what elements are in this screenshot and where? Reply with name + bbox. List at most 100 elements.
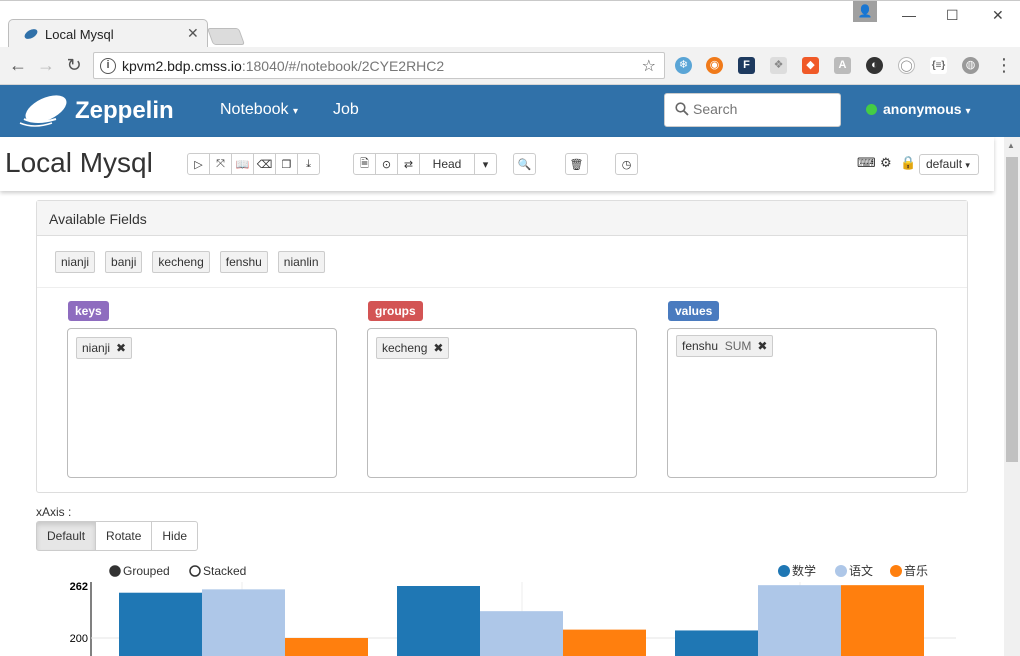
xaxis-hide-button[interactable]: Hide (151, 521, 199, 551)
version-control-group: 🗎 ⊙ ⇄ Head ▾ (353, 153, 497, 175)
compare-button[interactable]: ⇄ (397, 153, 420, 175)
notebook-title[interactable]: Local Mysql (5, 147, 153, 179)
scroll-up-icon[interactable]: ▲ (1007, 141, 1015, 150)
mode-label[interactable]: Stacked (203, 564, 246, 578)
browser-tab[interactable]: Local Mysql ✕ (8, 19, 208, 48)
mode-label[interactable]: Grouped (123, 564, 170, 578)
groups-chip[interactable]: kecheng ✖ (376, 337, 450, 359)
remove-icon[interactable]: ✖ (433, 341, 443, 355)
field-chip[interactable]: nianji (55, 251, 96, 273)
keys-dropzone[interactable]: nianji ✖ (67, 328, 337, 478)
extension-globe-icon[interactable]: ◍ (962, 57, 979, 74)
caret-down-icon: ▾ (965, 160, 970, 170)
file-icon: 🗎 (360, 157, 369, 170)
zeppelin-tab-icon (24, 29, 38, 39)
forward-icon[interactable]: → (36, 55, 56, 76)
values-chip[interactable]: fenshu SUM ✖ (676, 335, 774, 357)
keys-column: keys nianji ✖ (67, 301, 338, 478)
legend-label[interactable]: 语文 (849, 563, 873, 578)
address-bar[interactable]: i kpvm2.bdp.cmss.io:18040/#/notebook/2CY… (93, 52, 665, 79)
legend-label[interactable]: 数学 (792, 563, 816, 578)
extension-snowflake-icon[interactable]: ❄ (675, 57, 692, 74)
export-notebook-button[interactable]: ⤓ (297, 153, 320, 175)
info-icon[interactable]: i (100, 58, 116, 74)
toggle-output-button[interactable]: 📖 (231, 153, 254, 175)
search-box[interactable] (664, 93, 841, 127)
lock-icon[interactable]: 🔒 (900, 155, 916, 171)
keys-label: keys (68, 301, 109, 321)
extension-orange-icon[interactable]: ◉ (706, 57, 723, 74)
bar (119, 592, 202, 656)
legend-swatch[interactable] (890, 565, 902, 577)
mode-radio-grouped[interactable] (109, 565, 121, 577)
field-chip[interactable]: fenshu (219, 251, 268, 273)
tab-close-icon[interactable]: ✕ (187, 25, 199, 42)
close-window-icon[interactable]: ✕ (992, 7, 1004, 24)
commit-button[interactable]: 🗎 (353, 153, 376, 175)
browser-menu-icon[interactable]: ⋮ (994, 55, 1014, 76)
extension-json-icon[interactable]: {≡} (930, 57, 947, 74)
nav-notebook-menu[interactable]: Notebook ▾ (220, 101, 298, 119)
maximize-icon[interactable]: ☐ (946, 7, 959, 24)
expand-icon: ⤧ (216, 157, 225, 170)
remove-icon[interactable]: ✖ (757, 339, 767, 353)
bar (480, 611, 563, 656)
scheduler-button[interactable]: ◷ (615, 153, 638, 175)
mode-radio-stacked[interactable] (189, 565, 201, 577)
extension-circle-icon[interactable]: ◯ (898, 57, 915, 74)
brand-name[interactable]: Zeppelin (75, 97, 174, 125)
head-dropdown[interactable]: Head (419, 153, 475, 175)
caret-down-icon: ▾ (482, 158, 489, 171)
xaxis-rotate-button[interactable]: Rotate (95, 521, 153, 551)
clear-output-button[interactable]: ⌫ (253, 153, 276, 175)
search-icon (675, 102, 689, 116)
reload-icon[interactable]: ↻ (64, 55, 84, 76)
gear-icon[interactable]: ⚙ (880, 155, 892, 171)
keyboard-icon[interactable]: ⌨ (857, 155, 876, 171)
values-column: values fenshu SUM ✖ (667, 301, 938, 478)
extension-f-icon[interactable]: F (738, 57, 755, 74)
extension-git-icon[interactable]: ◆ (802, 57, 819, 74)
y-tick-label: 262 (70, 581, 88, 593)
clone-notebook-button[interactable]: ❐ (275, 153, 298, 175)
legend-swatch[interactable] (835, 565, 847, 577)
bookmark-star-icon[interactable]: ☆ (642, 56, 656, 76)
bar (675, 630, 758, 656)
values-label: values (668, 301, 720, 321)
zeppelin-header: Zeppelin Notebook ▾ Job anonymous ▾ (0, 85, 1020, 137)
field-chip[interactable]: nianlin (277, 251, 325, 273)
field-chip[interactable]: banji (105, 251, 143, 273)
xaxis-default-button[interactable]: Default (36, 521, 97, 551)
toggle-code-button[interactable]: ⤧ (209, 153, 232, 175)
field-chip[interactable]: kecheng (152, 251, 210, 273)
delete-notebook-button[interactable]: 🗑 (565, 153, 588, 175)
extension-angular-icon[interactable]: A (834, 57, 851, 74)
user-menu[interactable]: anonymous ▾ (866, 101, 971, 117)
new-tab-button[interactable] (206, 28, 246, 45)
legend-swatch[interactable] (778, 565, 790, 577)
search-code-button[interactable]: 🔍 (513, 153, 536, 175)
head-caret-button[interactable]: ▾ (474, 153, 497, 175)
groups-dropzone[interactable]: kecheng ✖ (367, 328, 637, 478)
run-all-button[interactable]: ▷ (187, 153, 210, 175)
clock-icon: ◷ (621, 158, 632, 171)
scrollbar-thumb[interactable] (1006, 157, 1018, 462)
interpreter-dropdown[interactable]: default ▾ (919, 154, 979, 175)
url-text: kpvm2.bdp.cmss.io:18040/#/notebook/2CYE2… (122, 58, 445, 74)
extension-leaf-icon[interactable]: ❖ (770, 57, 787, 74)
bar (841, 585, 924, 656)
nav-job-link[interactable]: Job (333, 101, 359, 119)
back-icon[interactable]: ← (8, 55, 28, 76)
minimize-icon[interactable]: — (902, 7, 916, 23)
version-button[interactable]: ⊙ (375, 153, 398, 175)
legend-label[interactable]: 音乐 (904, 563, 928, 578)
values-dropzone[interactable]: fenshu SUM ✖ (667, 328, 937, 478)
remove-icon[interactable]: ✖ (116, 341, 126, 355)
extension-contrast-icon[interactable]: ◐ (866, 57, 883, 74)
profile-icon[interactable]: 👤 (853, 1, 877, 22)
keys-chip[interactable]: nianji ✖ (76, 337, 133, 359)
zeppelin-logo-icon[interactable] (16, 93, 70, 129)
tab-title: Local Mysql (45, 27, 114, 42)
search-input[interactable] (693, 101, 833, 117)
caret-down-icon: ▾ (292, 106, 298, 117)
